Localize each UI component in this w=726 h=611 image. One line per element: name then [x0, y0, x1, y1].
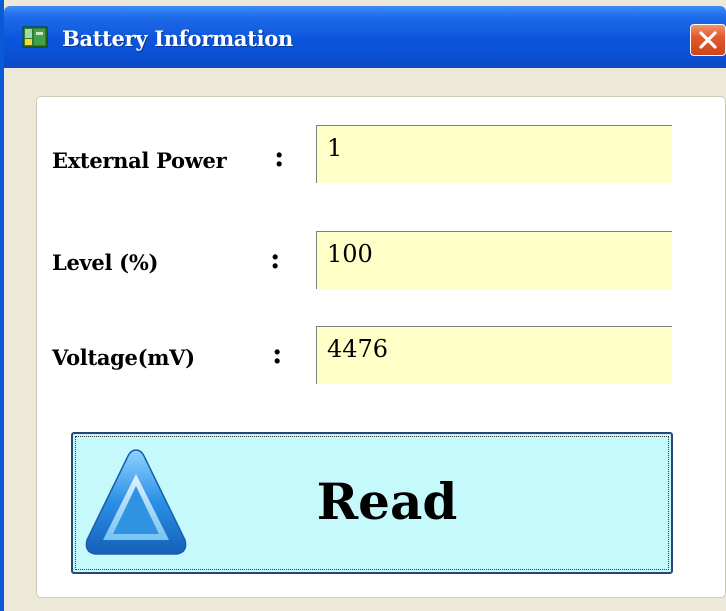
battery-app-icon: [22, 26, 48, 48]
level-field[interactable]: 100: [316, 231, 672, 289]
read-button[interactable]: Read: [71, 432, 673, 574]
close-icon: [699, 31, 717, 49]
voltage-field[interactable]: 4476: [316, 326, 672, 384]
voltage-colon: :: [272, 337, 283, 370]
battery-information-window: Battery Information External Power : 1 L…: [0, 0, 726, 611]
read-button-label: Read: [316, 472, 458, 531]
level-label: Level (%): [52, 250, 159, 275]
close-button[interactable]: [690, 24, 726, 56]
external-power-colon: :: [274, 140, 285, 173]
external-power-label: External Power: [52, 148, 227, 173]
window-title: Battery Information: [62, 26, 293, 51]
level-colon: :: [270, 242, 281, 275]
external-power-field[interactable]: 1: [316, 125, 672, 183]
title-bar[interactable]: Battery Information: [4, 6, 726, 68]
voltage-label: Voltage(mV): [52, 345, 195, 370]
